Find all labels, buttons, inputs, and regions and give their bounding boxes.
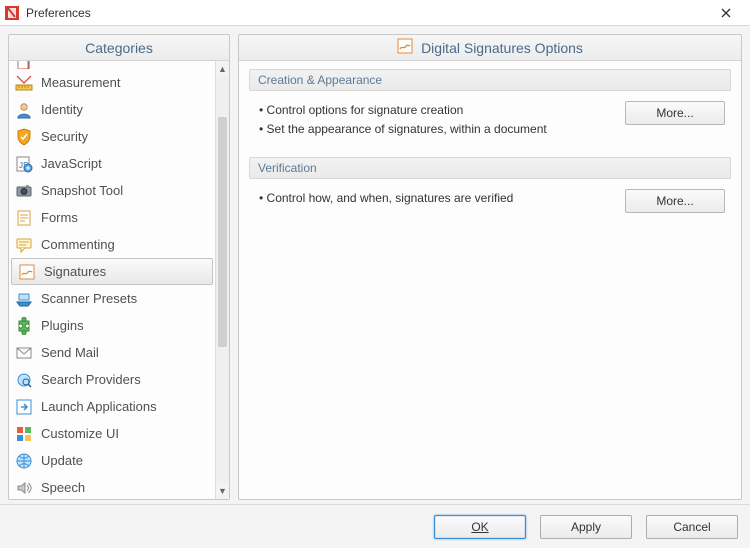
sidebar-item-javascript[interactable]: JS JavaScript xyxy=(9,150,215,177)
more-button[interactable]: More... xyxy=(625,189,725,213)
sidebar-item-label: Speech xyxy=(41,480,85,495)
sidebar-item-label: Customize UI xyxy=(41,426,119,441)
content-area: Categories Convert from PDF Measurement Id… xyxy=(0,26,750,504)
comment-icon xyxy=(15,236,33,254)
scanner-icon xyxy=(15,290,33,308)
sidebar-item-label: Send Mail xyxy=(41,345,99,360)
forms-icon xyxy=(15,209,33,227)
sidebar-item-label: Convert from PDF xyxy=(41,61,146,63)
ruler-icon xyxy=(15,74,33,92)
sidebar-item-label: Launch Applications xyxy=(41,399,157,414)
camera-icon xyxy=(15,182,33,200)
group-header: Verification xyxy=(249,157,731,179)
group-header: Creation & Appearance xyxy=(249,69,731,91)
app-icon xyxy=(4,5,20,21)
main-body: Creation & Appearance Control options for… xyxy=(239,61,741,239)
group-creation-appearance: Creation & Appearance Control options for… xyxy=(249,69,731,145)
sidebar-item-convert-from-pdf[interactable]: Convert from PDF xyxy=(9,61,215,69)
categories-header: Categories xyxy=(9,35,229,61)
sidebar-item-label: Plugins xyxy=(41,318,84,333)
customize-icon xyxy=(15,425,33,443)
speaker-icon xyxy=(15,479,33,497)
sidebar-item-label: Signatures xyxy=(44,264,106,279)
bullet-text: Control how, and when, signatures are ve… xyxy=(259,189,615,208)
dialog-footer: OK Apply Cancel xyxy=(0,504,750,548)
sidebar-item-label: Search Providers xyxy=(41,372,141,387)
categories-list: Convert from PDF Measurement Identity Secur… xyxy=(9,61,229,499)
ok-button[interactable]: OK xyxy=(434,515,526,539)
group-verification: Verification Control how, and when, signa… xyxy=(249,157,731,219)
scroll-thumb[interactable] xyxy=(218,117,227,347)
group-body: Control options for signature creationSe… xyxy=(249,91,731,145)
sidebar-item-label: Scanner Presets xyxy=(41,291,137,306)
sidebar-item-speech[interactable]: Speech xyxy=(9,474,215,499)
person-icon xyxy=(15,101,33,119)
bullet-text: Control options for signature creation xyxy=(259,101,615,120)
group-body: Control how, and when, signatures are ve… xyxy=(249,179,731,219)
main-panel-header: Digital Signatures Options xyxy=(239,35,741,61)
sidebar-item-snapshot-tool[interactable]: Snapshot Tool xyxy=(9,177,215,204)
sidebar-item-label: Security xyxy=(41,129,88,144)
cancel-button[interactable]: Cancel xyxy=(646,515,738,539)
sidebar-item-signatures[interactable]: Signatures xyxy=(11,258,213,285)
sidebar-item-measurement[interactable]: Measurement xyxy=(9,69,215,96)
scroll-down-button[interactable]: ▼ xyxy=(216,483,229,499)
main-panel-title: Digital Signatures Options xyxy=(421,40,583,56)
globe-icon xyxy=(15,452,33,470)
window-title: Preferences xyxy=(26,6,91,20)
bullet-text: Set the appearance of signatures, within… xyxy=(259,120,615,139)
signature-icon xyxy=(18,263,36,281)
sidebar-item-label: JavaScript xyxy=(41,156,102,171)
sidebar-item-forms[interactable]: Forms xyxy=(9,204,215,231)
sidebar-scrollbar[interactable]: ▲ ▼ xyxy=(215,61,229,499)
sidebar-item-search-providers[interactable]: Search Providers xyxy=(9,366,215,393)
sidebar-item-customize-ui[interactable]: Customize UI xyxy=(9,420,215,447)
group-bullets: Control options for signature creationSe… xyxy=(255,101,615,139)
sidebar-item-security[interactable]: Security xyxy=(9,123,215,150)
js-icon: JS xyxy=(15,155,33,173)
sidebar-item-identity[interactable]: Identity xyxy=(9,96,215,123)
sidebar-item-plugins[interactable]: Plugins xyxy=(9,312,215,339)
apply-button[interactable]: Apply xyxy=(540,515,632,539)
sidebar-item-send-mail[interactable]: Send Mail xyxy=(9,339,215,366)
sidebar-item-label: Commenting xyxy=(41,237,115,252)
scroll-track[interactable] xyxy=(216,77,229,483)
sidebar-item-label: Identity xyxy=(41,102,83,117)
sidebar-item-commenting[interactable]: Commenting xyxy=(9,231,215,258)
signature-icon xyxy=(397,38,413,57)
sidebar-item-label: Forms xyxy=(41,210,78,225)
shield-icon xyxy=(15,128,33,146)
sidebar-item-label: Measurement xyxy=(41,75,120,90)
mail-icon xyxy=(15,344,33,362)
categories-list-wrap: Convert from PDF Measurement Identity Secur… xyxy=(9,61,229,499)
sidebar-item-update[interactable]: Update xyxy=(9,447,215,474)
sidebar-item-label: Snapshot Tool xyxy=(41,183,123,198)
titlebar: Preferences xyxy=(0,0,750,26)
puzzle-icon xyxy=(15,317,33,335)
launch-icon xyxy=(15,398,33,416)
main-panel: Digital Signatures Options Creation & Ap… xyxy=(238,34,742,500)
close-button[interactable] xyxy=(706,0,746,26)
group-bullets: Control how, and when, signatures are ve… xyxy=(255,189,615,208)
categories-panel: Categories Convert from PDF Measurement Id… xyxy=(8,34,230,500)
convert-icon xyxy=(15,61,33,69)
sidebar-item-label: Update xyxy=(41,453,83,468)
sidebar-item-launch-applications[interactable]: Launch Applications xyxy=(9,393,215,420)
more-button[interactable]: More... xyxy=(625,101,725,125)
search-providers-icon xyxy=(15,371,33,389)
scroll-up-button[interactable]: ▲ xyxy=(216,61,229,77)
sidebar-item-scanner-presets[interactable]: Scanner Presets xyxy=(9,285,215,312)
